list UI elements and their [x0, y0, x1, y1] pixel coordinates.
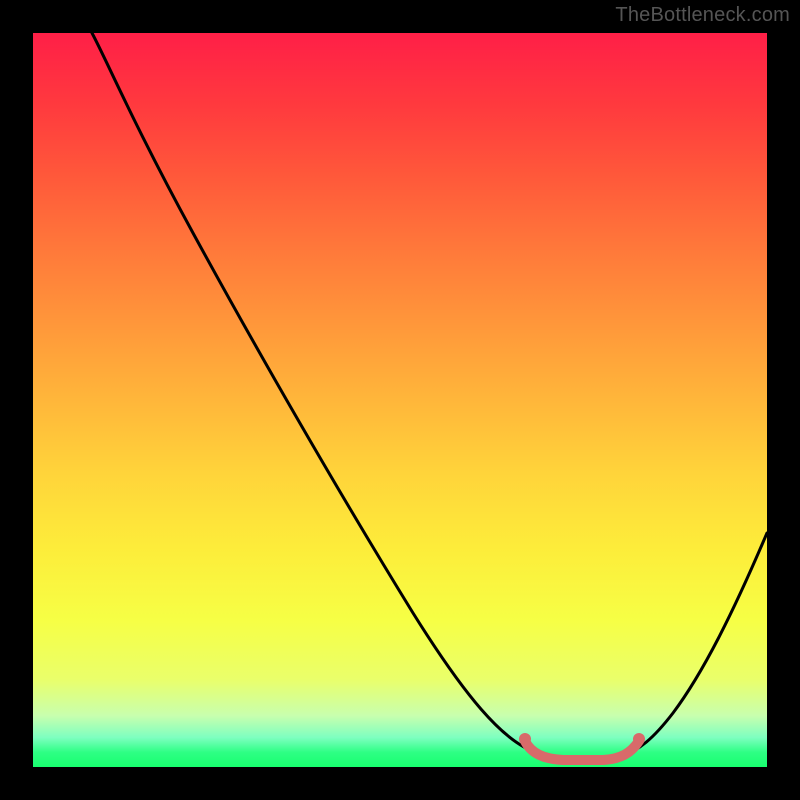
watermark-text: TheBottleneck.com [615, 4, 790, 27]
plot-area [33, 33, 767, 767]
optimal-start-dot [519, 733, 531, 745]
chart-container: TheBottleneck.com [0, 0, 800, 800]
bottleneck-curve [92, 33, 767, 759]
optimal-range-marker [525, 741, 639, 760]
curve-layer [33, 33, 767, 767]
optimal-end-dot [633, 733, 645, 745]
